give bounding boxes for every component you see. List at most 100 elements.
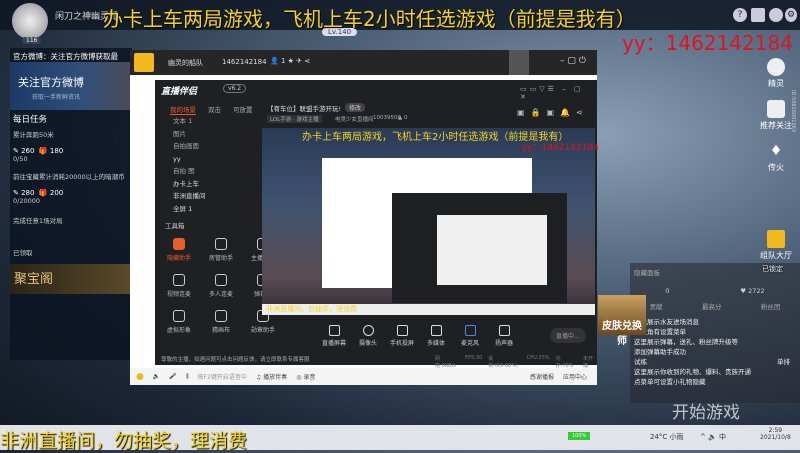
nested-screen [437,215,547,285]
tab-scenes[interactable]: 我的场景 [170,104,196,115]
chat-message: 右上角有设置菜单 [634,328,686,336]
sidebar-fire[interactable]: ♦ 传火 [751,142,800,173]
weather[interactable]: 24°C 小雨 [650,432,684,442]
treasure-banner[interactable]: 聚宝阁 [10,264,132,294]
layer-item[interactable]: 自拍画面 [155,140,260,153]
layer-item[interactable]: 文本 1 [155,115,260,128]
task-desc: 完成任意1场对局 [13,217,63,225]
mail-icon[interactable] [751,8,765,22]
app-center-button[interactable]: 应用中心 [563,372,587,381]
weibo-banner[interactable]: 关注官方微博 获取一手新鲜资讯 [10,62,132,110]
tool-item[interactable]: 房管助手 [200,238,242,262]
tool-item[interactable]: 多人连麦 [200,274,242,298]
layer-item[interactable]: 自拍 图 [155,165,260,178]
tool-item[interactable]: 视频连麦 [158,274,200,298]
stream-preview: 办卡上车两局游戏，飞机上车2小时任选游戏（前提是我有） yy：146214218… [262,128,599,315]
tab-double[interactable]: 双击 [208,104,221,115]
control-speaker[interactable]: 扬声器 [490,325,518,347]
chat-tab[interactable]: 最高分 [702,301,722,311]
room-id: 10039500 [373,115,401,121]
layer-item[interactable]: 办卡上车 [155,178,260,191]
layer-item[interactable]: yy [155,153,260,166]
category[interactable]: LOL手游 · 游戏主播 [267,115,322,123]
layer-item[interactable]: 非洲直播间 [155,190,260,203]
chat-tab[interactable]: 粉丝团 [761,301,781,311]
stream-title[interactable]: 【有车位】联盟手游开玩! [267,103,341,113]
layer-item[interactable]: 全屏 1 [155,203,260,216]
record-button[interactable]: ◎ 录音 [296,372,315,381]
task-progress: 0/50 [13,155,28,163]
tool-item[interactable]: 虚拟形象 [158,310,200,334]
settings-gear-icon[interactable]: ⚙ [785,8,797,22]
clock-date: 2021/10/8 [760,434,791,441]
speaker-icon[interactable]: 🔈 [153,373,160,380]
friends-icon[interactable] [769,8,783,22]
app-title: 直播伴侣 [161,87,198,97]
count: 0 [665,287,670,295]
channel-info: 电竞少女直播间 [335,117,374,123]
chat-message: 添加弹幕助手成功 [634,348,686,356]
app-version[interactable]: v6.2 [223,84,247,93]
control-screen[interactable]: 直播屏幕 [320,325,348,347]
control-camera[interactable]: 摄像头 [354,325,382,347]
music-button[interactable]: ♫ 播放伴奏 [256,372,287,381]
edit-title-button[interactable]: 修改 [345,103,366,112]
task-reward: 260 [21,147,35,155]
chat-message: 这里展示水友进场消息 [634,318,699,326]
tool-item[interactable]: 隐藏助手 [158,238,200,262]
yy-logo-icon[interactable]: ● [136,372,144,382]
control-phone[interactable]: 手机投屏 [388,325,416,347]
equalizer-icon[interactable]: ⫼ [186,373,189,381]
ime[interactable]: 中 [719,433,726,441]
home-tab-icon[interactable] [509,50,529,75]
layer-item[interactable]: 图片 [155,128,260,141]
weibo-title: 官方微博：关注官方微博获取最 [13,52,118,61]
mic-icon[interactable]: 🎤 [169,373,176,380]
live-button[interactable]: 直播中... [550,328,586,343]
daily-tasks: 每日任务 累计奔跑50米 ✎ 260 🎁 180 0/50 前往宝藏累计消耗20… [13,113,128,257]
emotion-button[interactable]: 感谢播报 [530,372,554,381]
bottom-controls: 直播屏幕 摄像头 手机投屏 多媒体 麦克风 扬声器 [320,325,518,347]
status-text: 尊敬的主播，如遇问题可点击问题反馈，请立即联系专属客服 [161,357,310,363]
trial-label: 试练 [634,358,647,366]
bottom-banner-text: 非洲直播间，勿抽奖，理消费 [0,430,248,452]
control-mic[interactable]: 麦克风 [456,325,484,347]
task-reward: 180 [49,147,64,155]
heat: 0 [403,115,408,121]
layer-list: 文本 1 图片 自拍画面 yy 自拍 图 办卡上车 非洲直播间 全屏 1 [155,115,260,215]
promo-banner[interactable]: 皮肤兑换师 [598,295,646,347]
preview-taskbar: 非洲直播间，勿抽奖，理消费 [262,304,595,315]
chat-tab[interactable]: 贡献 [650,301,663,311]
live-companion-app: 直播伴侣 v6.2 ▭▭▽☰ – ▢ ✕ 我的场景 双击 可放置 + 文本 1 … [155,80,599,369]
home-logo-icon[interactable] [134,53,154,72]
channel-id: 1462142184 [222,58,267,66]
tool-item[interactable]: 猜画布 [200,310,242,334]
sidebar-sprite[interactable]: 精灵 [751,58,800,89]
nested-app [392,193,567,303]
locked-label: 已锁定 [762,265,783,273]
sidebar-team-hall[interactable]: 组队大厅 [751,230,800,261]
chat-message: 点菜单可设置小礼物隐藏 [634,378,706,386]
player-avatar[interactable] [12,3,48,39]
daily-title: 每日任务 [13,115,48,125]
help-icon[interactable]: ? [733,8,747,22]
sidebar-follow[interactable]: 推荐关注 [751,100,800,131]
rank-label[interactable]: 单排 [777,357,790,367]
task-status: 已领取 [13,249,33,257]
clock-time: 2:59 [768,427,783,434]
likes: 2722 [748,287,765,295]
start-game-text[interactable]: 开始游戏 [672,398,740,423]
toolbox-title: 工具箱 [165,222,185,230]
voice-input[interactable]: 按F2键开启语音中 [198,372,247,381]
avatar-level: 116 [22,37,42,44]
tab-place[interactable]: 可放置 [233,104,253,115]
app-action-icons[interactable]: ▣🔒▣🔔⋖ [517,108,589,117]
battery: 100% [568,432,591,440]
control-media[interactable]: 多媒体 [422,325,450,347]
app-window-controls[interactable]: ▭▭▽☰ – ▢ ✕ [520,85,597,101]
stats-bar: 网络:0KB/s FPS:30 丢帧:0(0.00%) CPU:25% 内存:70% 未开… [435,355,593,369]
preview-bottom-banner: 非洲直播间，勿抽奖，理消费 [266,305,357,313]
task-desc: 前往宝藏累计消耗20000以上的暗潮币 [13,173,125,181]
window-controls[interactable]: – ▢ ⏻ [560,56,586,66]
chat-message: 这里展示弹幕，送礼、粉丝牌升级等 [634,338,738,346]
